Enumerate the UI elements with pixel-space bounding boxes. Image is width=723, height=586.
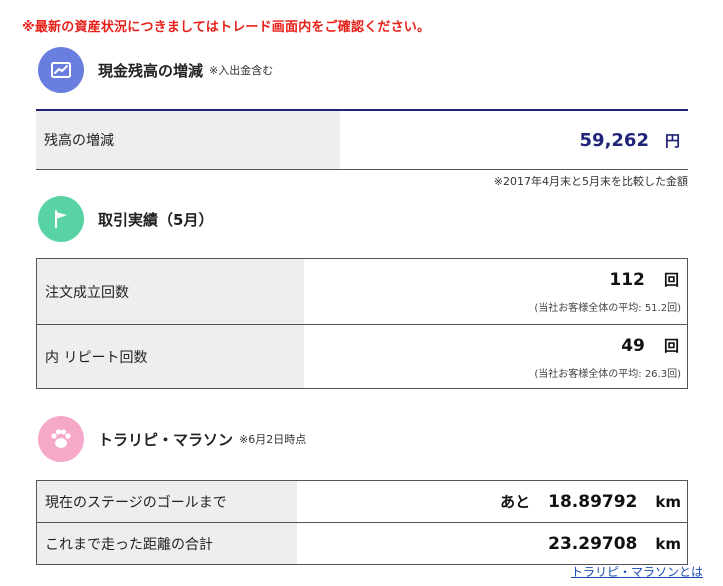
- marathon-row-unit: km: [655, 492, 681, 511]
- marathon-row-label: 現在のステージのゴールまで: [37, 481, 297, 522]
- table-row: 残高の増減 59,262 円: [36, 111, 688, 169]
- paw-icon: [38, 416, 84, 462]
- balance-section-header: 現金残高の増減 ※入出金含む: [38, 47, 273, 93]
- marathon-section-title: トラリピ・マラソン: [98, 430, 234, 449]
- marathon-table: 現在のステージのゴールまで あと 18.89792 km これまで走った距離の合…: [36, 480, 688, 565]
- notice-text: ※最新の資産状況につきましてはトレード画面内をご確認ください。: [22, 20, 431, 35]
- marathon-row-label: これまで走った距離の合計: [37, 523, 297, 564]
- trades-row-unit: 回: [663, 271, 679, 289]
- trades-row-label: 注文成立回数: [37, 259, 304, 324]
- marathon-row-value: 18.89792: [548, 491, 638, 512]
- marathon-row-value-cell: あと 18.89792 km: [297, 481, 687, 522]
- balance-section-note: ※入出金含む: [209, 64, 274, 77]
- marathon-section-note: ※6月2日時点: [239, 433, 307, 446]
- table-row: 内 リピート回数 49 回 (当社お客様全体の平均: 26.3回): [37, 324, 687, 388]
- table-row: 注文成立回数 112 回 (当社お客様全体の平均: 51.2回): [37, 259, 687, 324]
- balance-value: 59,262: [579, 129, 649, 151]
- marathon-row-prefix: あと: [500, 493, 531, 511]
- trades-row-average: (当社お客様全体の平均: 51.2回): [534, 303, 681, 314]
- balance-footnote: ※2017年4月末と5月末を比較した金額: [493, 175, 688, 188]
- trades-section-header: 取引実績（5月）: [38, 196, 213, 242]
- trades-row-label: 内 リピート回数: [37, 325, 304, 388]
- marathon-info-link[interactable]: トラリピ・マラソンとは: [571, 563, 703, 580]
- table-row: 現在のステージのゴールまで あと 18.89792 km: [37, 481, 687, 522]
- trades-row-value-cell: 112 回 (当社お客様全体の平均: 51.2回): [304, 259, 687, 324]
- trades-section-title: 取引実績（5月）: [98, 210, 214, 229]
- table-row: これまで走った距離の合計 23.29708 km: [37, 522, 687, 564]
- trades-table: 注文成立回数 112 回 (当社お客様全体の平均: 51.2回) 内 リピート回…: [36, 258, 688, 389]
- marathon-section-header: トラリピ・マラソン ※6月2日時点: [38, 416, 306, 462]
- marathon-row-value-cell: 23.29708 km: [297, 523, 687, 564]
- marathon-row-unit: km: [655, 534, 681, 553]
- marathon-row-value: 23.29708: [548, 533, 638, 554]
- trades-row-value-cell: 49 回 (当社お客様全体の平均: 26.3回): [304, 325, 687, 388]
- balance-label: 残高の増減: [36, 111, 340, 169]
- balance-section-title: 現金残高の増減: [98, 61, 204, 80]
- trades-row-value: 112: [609, 270, 645, 290]
- balance-value-cell: 59,262 円: [340, 111, 688, 169]
- balance-unit: 円: [664, 131, 680, 150]
- trades-row-average: (当社お客様全体の平均: 26.3回): [534, 369, 681, 380]
- flag-icon: [38, 196, 84, 242]
- trend-up-icon: [38, 47, 84, 93]
- trades-row-unit: 回: [663, 337, 679, 355]
- balance-table: 残高の増減 59,262 円: [36, 109, 688, 170]
- trades-row-value: 49: [621, 336, 645, 356]
